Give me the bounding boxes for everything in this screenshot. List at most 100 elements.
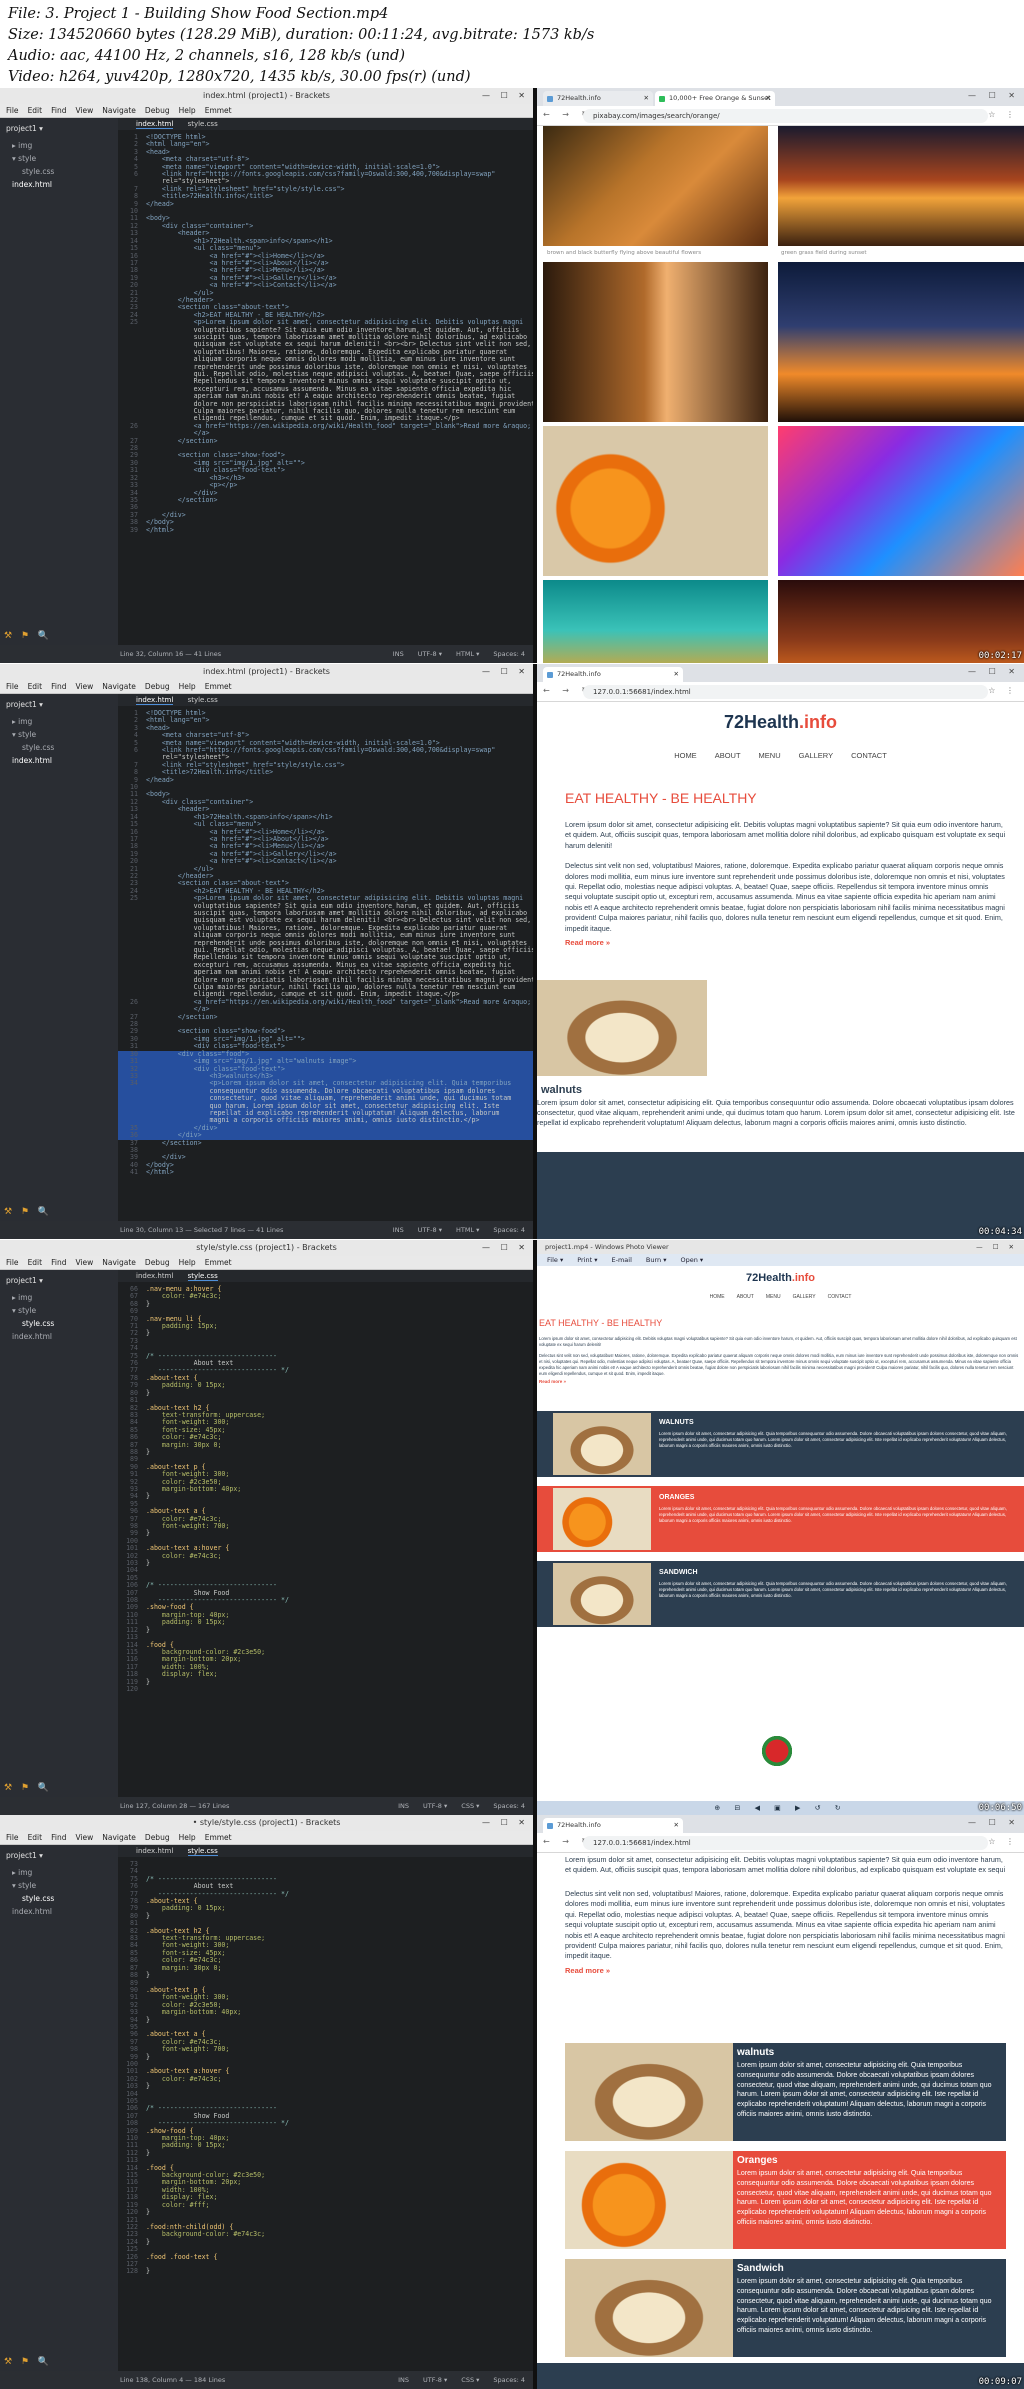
menu-view[interactable]: View xyxy=(75,1258,93,1267)
read-more-link[interactable]: Read more » xyxy=(565,1966,1024,1975)
code-line[interactable]: 35 </section> xyxy=(118,496,533,504)
code-line[interactable]: 39 </div> xyxy=(118,1153,533,1161)
code-line[interactable]: 104 xyxy=(118,2090,533,2098)
nav-about[interactable]: ABOUT xyxy=(715,751,741,760)
code-line[interactable]: 94} xyxy=(118,1492,533,1500)
menu-view[interactable]: View xyxy=(75,682,93,691)
project-root[interactable]: project1 ▾ xyxy=(6,700,112,709)
code-line[interactable]: 27 </section> xyxy=(118,1013,533,1021)
close-icon[interactable]: ✕ xyxy=(674,1818,679,1833)
window-controls[interactable]: — ☐ ✕ xyxy=(968,667,1020,676)
sunset-photo[interactable] xyxy=(778,126,1024,246)
menu-help[interactable]: Help xyxy=(179,1258,196,1267)
code-line[interactable]: 111 padding: 0 15px; xyxy=(118,1618,533,1626)
code-area[interactable]: 73 74 75/* ------------------------------ 7… xyxy=(118,1857,533,2276)
browser-menu-icon[interactable]: ☆ ⋮ xyxy=(988,686,1018,695)
menu-emmet[interactable]: Emmet xyxy=(205,1833,232,1842)
read-more-link[interactable]: Read more » xyxy=(565,938,1024,947)
menu-edit[interactable]: Edit xyxy=(28,682,43,691)
menu-edit[interactable]: Edit xyxy=(28,106,43,115)
code-line[interactable]: 113 xyxy=(118,2156,533,2164)
window-controls[interactable]: — ☐ ✕ xyxy=(482,88,529,104)
code-line[interactable]: 103} xyxy=(118,2082,533,2090)
code-line[interactable]: 123 background-color: #e74c3c; xyxy=(118,2230,533,2238)
site-logo[interactable]: 72Health.info xyxy=(537,712,1024,733)
menu-navigate[interactable]: Navigate xyxy=(102,106,136,115)
code-line[interactable]: 99} xyxy=(118,2053,533,2061)
folder-style[interactable]: ▾ style xyxy=(6,1879,112,1892)
code-line[interactable]: 88} xyxy=(118,1448,533,1456)
menu-view[interactable]: View xyxy=(75,1833,93,1842)
menu-debug[interactable]: Debug xyxy=(145,1258,170,1267)
file-index-html[interactable]: index.html xyxy=(6,754,112,767)
nav-home[interactable]: HOME xyxy=(674,751,697,760)
menu-help[interactable]: Help xyxy=(179,1833,196,1842)
viewer-controls[interactable]: ⊕ ⊟ ◀ ▣ ▶ ↺ ↻ ✕ xyxy=(711,1802,851,1814)
window-controls[interactable]: — ☐ ✕ xyxy=(968,91,1020,100)
tab-style-css[interactable]: style.css xyxy=(187,1847,218,1856)
browser-tab-active[interactable]: 72Health.info ✕ xyxy=(543,1818,683,1833)
project-root[interactable]: project1 ▾ xyxy=(6,124,112,133)
menu-emmet[interactable]: Emmet xyxy=(205,106,232,115)
viewer-menu-print[interactable]: Print ▾ xyxy=(577,1256,597,1264)
code-editor[interactable]: index.html style.css 66 .nav-menu a:hover… xyxy=(118,1270,533,1797)
code-line[interactable]: 119} xyxy=(118,1678,533,1686)
file-style-css[interactable]: style.css xyxy=(6,165,112,178)
teal-photo[interactable] xyxy=(543,580,768,663)
code-line[interactable]: 40 </body> xyxy=(118,1161,533,1169)
menu-debug[interactable]: Debug xyxy=(145,1833,170,1842)
menu-edit[interactable]: Edit xyxy=(28,1833,43,1842)
code-line[interactable]: 73 xyxy=(118,1337,533,1345)
window-controls[interactable]: — ☐ ✕ xyxy=(976,1240,1018,1254)
code-line[interactable]: 73 xyxy=(118,1860,533,1868)
tab-index-html[interactable]: index.html xyxy=(136,1272,173,1280)
menu-debug[interactable]: Debug xyxy=(145,682,170,691)
project-root[interactable]: project1 ▾ xyxy=(6,1276,112,1285)
code-line[interactable]: 10 xyxy=(118,207,533,215)
code-line[interactable]: 68} xyxy=(118,1300,533,1308)
code-line[interactable]: 103} xyxy=(118,1559,533,1567)
menu-find[interactable]: Find xyxy=(51,1833,66,1842)
window-controls[interactable]: — ☐ ✕ xyxy=(482,1815,529,1831)
file-index-html[interactable]: index.html xyxy=(6,1330,112,1343)
code-line[interactable]: 93 margin-bottom: 40px; xyxy=(118,2008,533,2016)
code-line[interactable]: 79 padding: 0 15px; xyxy=(118,1381,533,1389)
code-line[interactable]: 2 <html lang="en"> xyxy=(118,716,533,724)
menu-file[interactable]: File xyxy=(6,106,19,115)
folder-img[interactable]: ▸ img xyxy=(6,139,112,152)
code-area[interactable]: 1 <!DOCTYPE html> 2 <html lang="en"> 3 <head>… xyxy=(118,130,533,534)
menu-file[interactable]: File xyxy=(6,682,19,691)
code-line[interactable]: 124} xyxy=(118,2238,533,2246)
file-style-css[interactable]: style.css xyxy=(6,1892,112,1905)
browser-menu-icon[interactable]: ☆ ⋮ xyxy=(988,1837,1018,1846)
menu-emmet[interactable]: Emmet xyxy=(205,682,232,691)
menu-view[interactable]: View xyxy=(75,106,93,115)
project-root[interactable]: project1 ▾ xyxy=(6,1851,112,1860)
menu-navigate[interactable]: Navigate xyxy=(102,1833,136,1842)
code-line[interactable]: 111 padding: 0 15px; xyxy=(118,2142,533,2150)
viewer-menu-file[interactable]: File ▾ xyxy=(547,1256,563,1264)
menu-find[interactable]: Find xyxy=(51,1258,66,1267)
browser-tab[interactable]: 72Health.info ✕ xyxy=(543,91,653,106)
window-controls[interactable]: — ☐ ✕ xyxy=(482,1240,529,1256)
menu-navigate[interactable]: Navigate xyxy=(102,1258,136,1267)
nav-gallery[interactable]: GALLERY xyxy=(799,751,833,760)
file-index-html[interactable]: index.html xyxy=(6,1905,112,1918)
code-line[interactable]: 72} xyxy=(118,1330,533,1338)
code-line[interactable]: 98 font-weight: 700; xyxy=(118,2045,533,2053)
sidebar-tool-icons[interactable]: ⚒ ⚑ 🔍 xyxy=(4,2357,52,2367)
menu-file[interactable]: File xyxy=(6,1258,19,1267)
code-area[interactable]: 1 <!DOCTYPE html> 2 <html lang="en"> 3 <head>… xyxy=(118,706,533,1177)
menu-file[interactable]: File xyxy=(6,1833,19,1842)
file-index-html[interactable]: index.html xyxy=(6,178,112,191)
sunset-sea-photo[interactable] xyxy=(778,262,1024,422)
code-line[interactable]: 37 </div> xyxy=(118,511,533,519)
code-line[interactable]: 98 font-weight: 700; xyxy=(118,1522,533,1530)
code-line[interactable]: 118 display: flex; xyxy=(118,1670,533,1678)
code-line[interactable]: 113 xyxy=(118,1633,533,1641)
code-line[interactable]: 71 padding: 15px; xyxy=(118,1322,533,1330)
sidebar-tool-icons[interactable]: ⚒ ⚑ 🔍 xyxy=(4,1207,52,1217)
file-style-css[interactable]: style.css xyxy=(6,1317,112,1330)
menu-emmet[interactable]: Emmet xyxy=(205,1258,232,1267)
code-line[interactable]: 9 </head> xyxy=(118,776,533,784)
